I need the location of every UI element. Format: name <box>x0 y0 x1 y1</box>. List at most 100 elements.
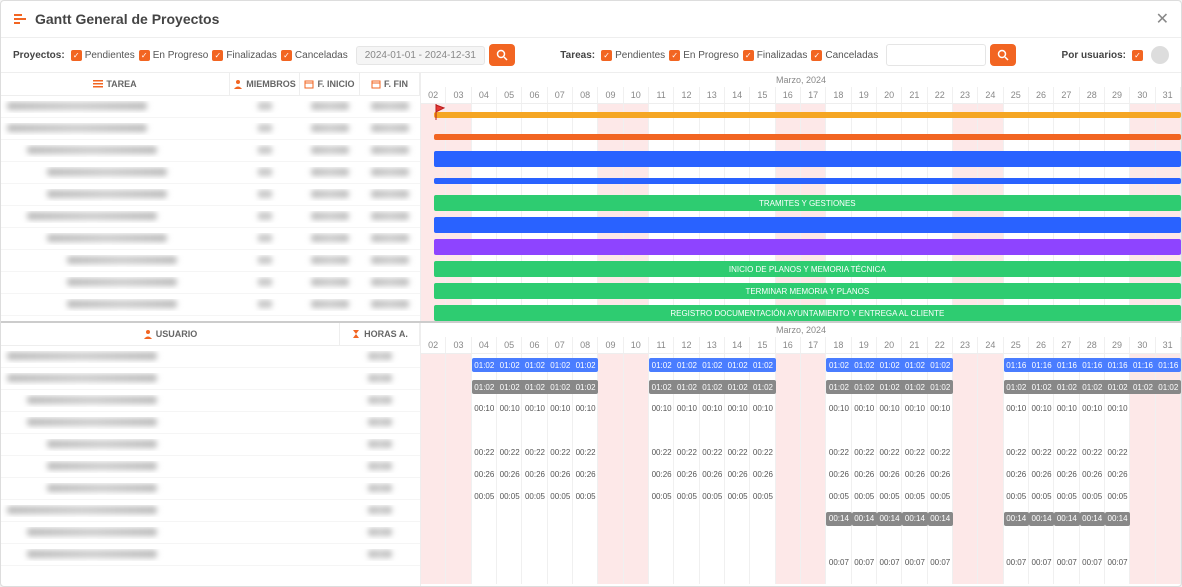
date-range-input[interactable]: 2024-01-01 - 2024-12-31 <box>356 46 485 65</box>
user-row[interactable] <box>1 500 420 522</box>
gantt-bar[interactable] <box>434 112 1181 118</box>
user-row[interactable] <box>1 522 420 544</box>
hours-cell: 00:07 <box>928 552 953 574</box>
calendar-icon <box>304 79 314 89</box>
user-row[interactable] <box>1 434 420 456</box>
day-25: 25 <box>1004 87 1029 103</box>
task-search-input[interactable] <box>886 44 986 66</box>
hours-cell: 00:26 <box>548 464 573 486</box>
day-07: 07 <box>548 337 573 353</box>
col-tarea[interactable]: TAREA <box>1 73 230 95</box>
day-16: 16 <box>776 87 801 103</box>
gantt-bar[interactable] <box>434 134 1181 140</box>
user-row[interactable] <box>1 456 420 478</box>
hours-cell: 00:26 <box>852 464 877 486</box>
gantt-icon <box>13 12 27 26</box>
hours-cell: 00:14 <box>1105 512 1130 526</box>
hours-bar[interactable]: 01:0201:0201:0201:0201:02 <box>826 380 953 394</box>
task-status-pendientes[interactable]: ✓Pendientes <box>601 50 665 61</box>
user-row[interactable] <box>1 478 420 500</box>
hours-bar[interactable]: 01:0201:0201:0201:0201:02 <box>649 358 776 372</box>
hours-cell <box>1130 530 1155 552</box>
task-status-canceladas[interactable]: ✓Canceladas <box>811 50 878 61</box>
task-status-finalizadas[interactable]: ✓Finalizadas <box>743 50 808 61</box>
hours-bar[interactable]: 01:0201:0201:0201:0201:02 <box>472 380 599 394</box>
user-row[interactable] <box>1 412 420 434</box>
gantt-bar[interactable]: REGISTRO DOCUMENTACIÓN AYUNTAMIENTO Y EN… <box>434 305 1181 321</box>
gantt-bar[interactable] <box>434 217 1181 233</box>
tasks-timeline[interactable]: Marzo, 2024 0203040506070809101112131415… <box>421 73 1181 321</box>
hours-bar[interactable]: 01:1601:1601:1601:1601:1601:1601:16 <box>1004 358 1181 372</box>
user-row[interactable] <box>1 368 420 390</box>
col-ffin[interactable]: F. FIN <box>360 73 420 95</box>
hours-cell <box>624 398 649 420</box>
hours-cell: 00:10 <box>852 398 877 420</box>
project-status-canceladas[interactable]: ✓Canceladas <box>281 50 348 61</box>
hours-cell <box>598 442 623 464</box>
hours-cell: 00:26 <box>750 464 775 486</box>
gantt-bar[interactable] <box>434 151 1181 167</box>
day-13: 13 <box>700 337 725 353</box>
hours-cell <box>1004 530 1029 552</box>
col-miembros[interactable]: MIEMBROS <box>230 73 300 95</box>
search-projects-button[interactable] <box>489 44 515 66</box>
users-checkbox[interactable]: ✓ <box>1132 50 1143 61</box>
hours-cell <box>852 420 877 442</box>
close-button[interactable]: ✕ <box>1156 9 1169 29</box>
task-status-en-progreso[interactable]: ✓En Progreso <box>669 50 739 61</box>
hours-cell <box>953 464 978 486</box>
hours-bar[interactable]: 01:0201:0201:0201:0201:02 <box>826 358 953 372</box>
hours-cell <box>1130 552 1155 574</box>
hours-cell <box>776 486 801 508</box>
hours-cell: 00:05 <box>928 486 953 508</box>
hours-cell <box>978 486 1003 508</box>
gantt-bar[interactable] <box>434 239 1181 255</box>
hours-cell: 00:14 <box>852 512 877 526</box>
task-row[interactable] <box>1 294 420 316</box>
col-usuario[interactable]: USUARIO <box>1 323 340 345</box>
user-row[interactable] <box>1 390 420 412</box>
task-row[interactable] <box>1 184 420 206</box>
gantt-bar[interactable] <box>434 178 1181 184</box>
gantt-bar[interactable]: TRAMITES Y GESTIONES <box>434 195 1181 211</box>
gantt-bar[interactable]: INICIO DE PLANOS Y MEMORIA TÉCNICA <box>434 261 1181 277</box>
hours-cell: 00:07 <box>852 552 877 574</box>
hours-cell: 00:22 <box>1054 442 1079 464</box>
hours-cell: 00:14 <box>1080 512 1105 526</box>
users-timeline[interactable]: Marzo, 2024 0203040506070809101112131415… <box>421 323 1181 587</box>
hours-cell <box>421 552 446 574</box>
col-finicio[interactable]: F. INICIO <box>300 73 360 95</box>
day-06: 06 <box>522 337 547 353</box>
task-row[interactable] <box>1 140 420 162</box>
task-row[interactable] <box>1 96 420 118</box>
project-status-finalizadas[interactable]: ✓Finalizadas <box>212 50 277 61</box>
task-row[interactable] <box>1 272 420 294</box>
milestone-flag-icon[interactable] <box>434 104 446 120</box>
hours-cell: 00:05 <box>1080 486 1105 508</box>
hours-bar[interactable]: 01:0201:0201:0201:0201:02 <box>472 358 599 372</box>
hours-cell <box>421 398 446 420</box>
user-row[interactable] <box>1 544 420 566</box>
gantt-bar[interactable]: TERMINAR MEMORIA Y PLANOS <box>434 283 1181 299</box>
hours-cell: 00:22 <box>700 442 725 464</box>
user-row[interactable] <box>1 346 420 368</box>
hours-cell <box>472 530 497 552</box>
hours-bar[interactable]: 01:0201:0201:0201:0201:02 <box>649 380 776 394</box>
task-row[interactable] <box>1 206 420 228</box>
hours-cell: 00:05 <box>649 486 674 508</box>
search-tasks-button[interactable] <box>990 44 1016 66</box>
task-row[interactable] <box>1 118 420 140</box>
user-avatar[interactable] <box>1151 46 1169 64</box>
project-status-en-progreso[interactable]: ✓En Progreso <box>139 50 209 61</box>
hours-cell: 00:10 <box>902 398 927 420</box>
project-status-pendientes[interactable]: ✓Pendientes <box>71 50 135 61</box>
col-horas[interactable]: HORAS A. <box>340 323 420 345</box>
task-row[interactable] <box>1 228 420 250</box>
titlebar: Gantt General de Proyectos ✕ <box>1 1 1181 38</box>
day-10: 10 <box>624 87 649 103</box>
task-row[interactable] <box>1 250 420 272</box>
hours-bar[interactable]: 01:0201:0201:0201:0201:0201:0201:02 <box>1004 380 1181 394</box>
day-28: 28 <box>1080 337 1105 353</box>
hours-cell <box>472 420 497 442</box>
task-row[interactable] <box>1 162 420 184</box>
